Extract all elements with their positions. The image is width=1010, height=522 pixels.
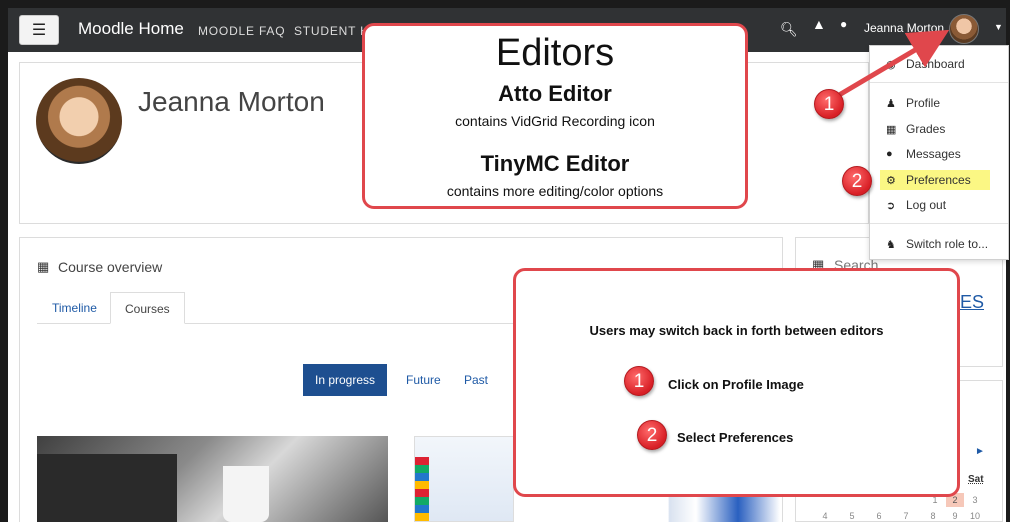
caret-down-icon[interactable]: ▼ [994, 22, 1003, 32]
search-icon[interactable]: 🔍︎ [780, 21, 798, 38]
brand-link[interactable]: Moodle Home [78, 19, 184, 39]
steps-callout: Users may switch back in forth between e… [513, 268, 960, 497]
nav-link-moodle-faq[interactable]: MOODLE FAQ [198, 24, 285, 38]
menu-item-switch-role[interactable]: ♞ Switch role to... [886, 237, 988, 251]
atto-editor-heading: Atto Editor [498, 81, 612, 106]
user-secret-icon: ♞ [886, 238, 896, 251]
calendar-day[interactable]: 9 [946, 511, 964, 521]
screen-frame-top [0, 0, 1010, 8]
course-card-image[interactable] [37, 436, 388, 522]
chat-icon[interactable]: ● [840, 17, 847, 31]
callout-title: Editors [495, 32, 615, 74]
tinymc-editor-heading: TinyMC Editor [480, 151, 630, 176]
chat-icon: ● [886, 148, 893, 160]
books-graphic [415, 457, 429, 521]
calendar-day[interactable]: 6 [870, 511, 888, 521]
grid-icon: ▦ [37, 259, 50, 274]
menu-item-preferences[interactable]: ⚙ Preferences [886, 173, 971, 187]
calendar-day[interactable]: 4 [816, 511, 834, 521]
marker-2-badge: 2 [842, 166, 872, 196]
laptop-graphic [37, 454, 177, 522]
steps-intro: Users may switch back in forth between e… [589, 323, 884, 338]
tab-courses[interactable]: Courses [110, 292, 185, 324]
nav-link-student-help[interactable]: STUDENT H [294, 24, 370, 38]
step1-badge: 1 [624, 366, 654, 396]
hamburger-icon[interactable]: ☰ [19, 15, 59, 45]
filter-future[interactable]: Future [394, 364, 453, 396]
filter-past[interactable]: Past [452, 364, 500, 396]
screen-frame-left [0, 0, 8, 522]
menu-item-messages[interactable]: ● Messages [886, 147, 961, 161]
editors-callout: Editors Atto Editor contains VidGrid Rec… [362, 23, 748, 209]
calendar-day[interactable]: 3 [966, 495, 984, 505]
marker-1-badge: 1 [814, 89, 844, 119]
mug-graphic [223, 466, 269, 522]
step2-text: Select Preferences [677, 430, 794, 445]
filter-in-progress[interactable]: In progress [303, 364, 388, 396]
step2-badge: 2 [637, 420, 667, 450]
course-overview-title: Course overview [58, 259, 163, 275]
step1-text: Click on Profile Image [668, 377, 804, 392]
calendar-day[interactable]: 10 [966, 511, 984, 521]
tab-timeline[interactable]: Timeline [38, 292, 111, 324]
search-block-link[interactable]: ES [960, 292, 984, 313]
calendar-day[interactable]: 8 [924, 511, 942, 521]
wrench-icon: ⚙ [886, 174, 896, 187]
course-card-image[interactable] [414, 436, 514, 522]
menu-divider [870, 223, 1008, 224]
logout-icon: ➲ [886, 199, 896, 212]
menu-item-logout[interactable]: ➲ Log out [886, 198, 946, 212]
calendar-day[interactable]: 5 [843, 511, 861, 521]
calendar-day-header: Sat [968, 474, 984, 485]
arrow-right-icon[interactable]: ► [975, 446, 985, 457]
profile-photo [36, 78, 122, 164]
tinymc-editor-description: contains more editing/color options [446, 183, 664, 199]
profile-name: Jeanna Morton [138, 86, 325, 117]
table-icon: ▦ [886, 123, 897, 136]
calendar-day[interactable]: 7 [897, 511, 915, 521]
atto-editor-description: contains VidGrid Recording icon [455, 113, 655, 129]
menu-item-grades[interactable]: ▦ Grades [886, 122, 945, 136]
